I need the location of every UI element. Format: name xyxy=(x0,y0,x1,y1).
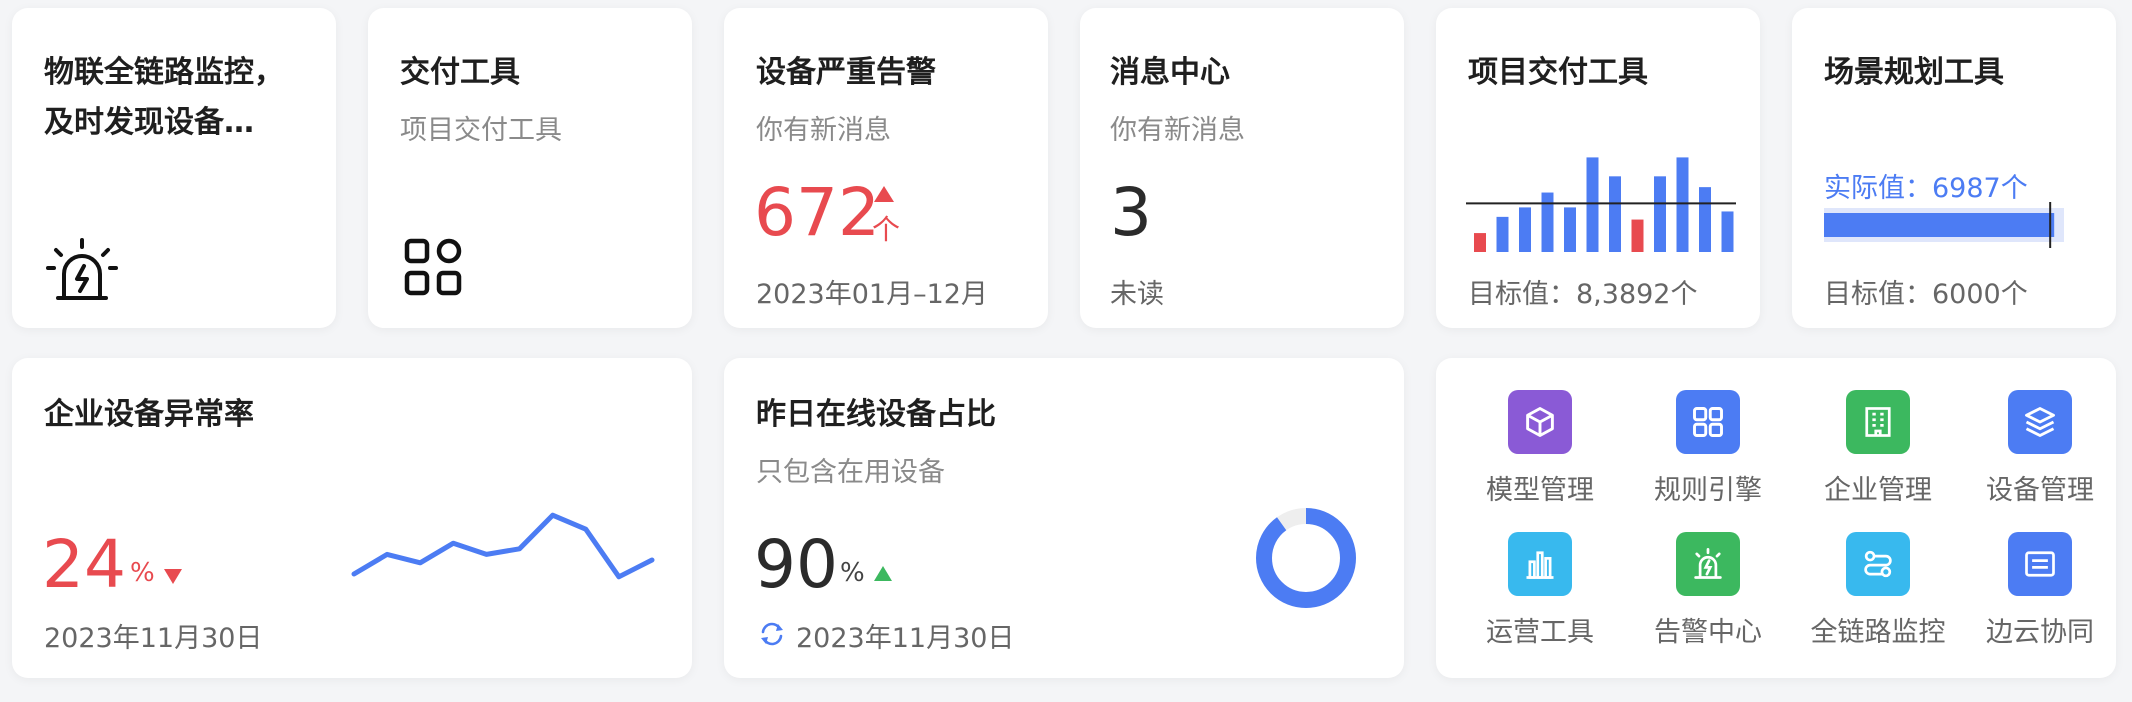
bar xyxy=(1519,207,1531,252)
app-shortcut[interactable]: 设备管理 xyxy=(1960,390,2120,507)
app-shortcut[interactable]: 规则引擎 xyxy=(1628,390,1788,507)
donut-slice-online xyxy=(1256,508,1356,608)
alarm-range: 2023年01月–12月 xyxy=(756,279,988,310)
card-messages[interactable]: 消息中心 你有新消息 3 未读 xyxy=(1080,8,1404,328)
app-label: 规则引擎 xyxy=(1654,475,1762,506)
window-icon xyxy=(2008,532,2072,596)
app-shortcut[interactable]: 告警中心 xyxy=(1628,532,1788,649)
bar xyxy=(1699,187,1711,252)
card-title: 设备严重告警 xyxy=(756,55,936,90)
card-delivery[interactable]: 交付工具 项目交付工具 xyxy=(368,8,692,328)
app-label: 全链路监控 xyxy=(1810,617,1946,648)
bar xyxy=(1564,207,1576,252)
online-ratio-unit: % xyxy=(840,558,865,588)
bar xyxy=(1609,176,1621,252)
line-series xyxy=(351,512,655,580)
app-label: 企业管理 xyxy=(1824,475,1932,506)
alarm-unit: 个 xyxy=(872,213,901,246)
unread-label: 未读 xyxy=(1110,279,1164,310)
target-value: 目标值：8,3892个 xyxy=(1468,279,1698,310)
bar xyxy=(1631,219,1644,252)
building-icon xyxy=(1846,390,1910,454)
bar xyxy=(1654,176,1666,252)
trend-up-icon xyxy=(874,186,894,202)
progress-chart xyxy=(1824,202,2064,248)
unread-count: 3 xyxy=(1110,174,1152,251)
online-date: 2023年11月30日 xyxy=(796,623,1015,654)
card-app-shortcuts: 模型管理 规则引擎 企业管理 设备管理运营工具 告警中心 全链路监控 边云协同 xyxy=(1436,358,2116,678)
bar xyxy=(1676,157,1689,252)
card-scene[interactable]: 场景规划工具 实际值：6987个 目标值：6000个 xyxy=(1792,8,2116,328)
card-title: 企业设备异常率 xyxy=(44,397,254,432)
line-chart xyxy=(351,512,655,580)
app-shortcut[interactable]: 全链路监控 xyxy=(1798,532,1958,649)
card-project-delivery[interactable]: 项目交付工具 目标值：8,3892个 xyxy=(1436,8,1760,328)
bar xyxy=(1586,157,1599,252)
app-shortcut[interactable]: 模型管理 xyxy=(1460,390,1620,507)
online-ratio-value: 90 xyxy=(754,526,838,603)
app-label: 边云协同 xyxy=(1986,617,2094,648)
alarm-icon xyxy=(46,238,118,300)
bar-chart xyxy=(1466,157,1736,252)
progress-fill xyxy=(1824,213,2055,237)
card-online-ratio[interactable]: 昨日在线设备占比 只包含在用设备 90 % 2023年11月30日 xyxy=(724,358,1404,678)
alarm-count: 672 xyxy=(754,174,880,251)
card-title: 场景规划工具 xyxy=(1824,55,2004,90)
card-subtitle: 只包含在用设备 xyxy=(756,457,945,488)
card-alarm[interactable]: 设备严重告警 你有新消息 672 个 2023年01月–12月 xyxy=(724,8,1048,328)
card-subtitle: 你有新消息 xyxy=(756,115,891,146)
apps-grid-icon xyxy=(404,238,462,296)
card-abnormal-rate[interactable]: 企业设备异常率 24 % 2023年11月30日 xyxy=(12,358,692,678)
bar xyxy=(1721,211,1734,252)
app-shortcut[interactable]: 企业管理 xyxy=(1798,390,1958,507)
trend-down-icon xyxy=(164,569,182,584)
refresh-icon[interactable] xyxy=(758,620,786,648)
grid-icon xyxy=(1676,390,1740,454)
card-subtitle: 项目交付工具 xyxy=(400,115,562,146)
card-title: 物联全链路监控，及时发现设备… xyxy=(44,55,284,140)
card-title: 交付工具 xyxy=(400,55,520,90)
app-label: 设备管理 xyxy=(1986,475,2094,506)
trend-up-icon xyxy=(874,566,892,581)
card-monitor[interactable]: 物联全链路监控，及时发现设备… xyxy=(12,8,336,328)
app-label: 模型管理 xyxy=(1486,475,1594,506)
bar-chart-icon xyxy=(1508,532,1572,596)
abnormal-rate-value: 24 xyxy=(42,526,126,603)
target-value: 目标值：6000个 xyxy=(1824,279,2028,310)
bar xyxy=(1496,216,1509,252)
link-icon xyxy=(1846,532,1910,596)
abnormal-date: 2023年11月30日 xyxy=(44,623,263,654)
app-label: 告警中心 xyxy=(1654,617,1762,648)
app-shortcut[interactable]: 运营工具 xyxy=(1460,532,1620,649)
card-title: 消息中心 xyxy=(1110,55,1230,90)
cube-icon xyxy=(1508,390,1572,454)
card-subtitle: 你有新消息 xyxy=(1110,115,1245,146)
abnormal-rate-unit: % xyxy=(130,558,155,588)
app-shortcut[interactable]: 边云协同 xyxy=(1960,532,2120,649)
bar xyxy=(1474,233,1486,252)
donut-chart xyxy=(1256,508,1356,608)
layers-icon xyxy=(2008,390,2072,454)
card-title: 项目交付工具 xyxy=(1468,55,1648,90)
bar xyxy=(1541,192,1554,252)
alarm-light-icon xyxy=(1676,532,1740,596)
app-label: 运营工具 xyxy=(1486,617,1594,648)
card-title: 昨日在线设备占比 xyxy=(756,397,996,432)
